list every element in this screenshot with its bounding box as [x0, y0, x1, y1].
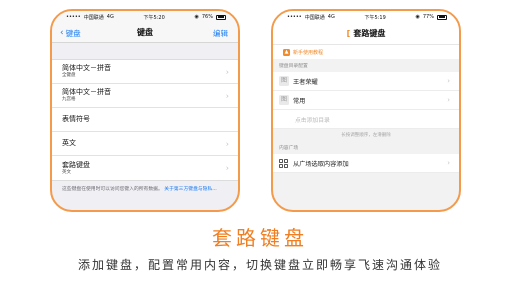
keyboard-title: 英文 — [62, 139, 76, 147]
alarm-icon: ◉ — [194, 14, 199, 20]
keyboard-subtitle: 全键盘 — [62, 73, 76, 78]
add-directory-button[interactable]: 点击添加目录 — [273, 110, 459, 129]
edit-button[interactable]: 编辑 — [213, 23, 228, 43]
keyboard-subtitle: 英文 — [62, 169, 71, 175]
battery-percent: 76% — [201, 14, 213, 20]
network-label: 4G — [106, 14, 114, 20]
keyboard-row-taolu[interactable]: 套路键盘 英文 › — [52, 156, 238, 180]
tutorial-link[interactable]: ▲ 新手使用教程 — [273, 45, 459, 59]
promo-canvas: ••••• 中国联通 4G 下午5:20 ◉ 76% ‹ 键盘 键盘 编辑 简体… — [0, 0, 520, 293]
keyboard-row-pinyin-full[interactable]: 简体中文－拼音 全键盘 › — [52, 60, 238, 84]
chevron-right-icon: › — [447, 96, 450, 104]
navigation-bar: ‹ 键盘 键盘 编辑 — [52, 23, 238, 43]
plaza-list: 从广场选取内容添加 › — [273, 154, 459, 173]
status-bar: ••••• 中国联通 4G 下午5:19 ◉ 77% — [273, 11, 459, 23]
promo-headline: 套路键盘 — [212, 226, 308, 250]
footnote-text: 这些键盘在使用时可以访问您键入的所有数据。 — [62, 187, 163, 192]
status-bar: ••••• 中国联通 4G 下午5:20 ◉ 76% — [52, 11, 238, 23]
reorder-hint: 长按调整顺序，左滑删除 — [273, 129, 459, 141]
keyboard-title: 表情符号 — [62, 115, 90, 123]
keyboard-row-emoji[interactable]: 表情符号 — [52, 108, 238, 132]
back-button[interactable]: ‹ 键盘 — [60, 23, 81, 43]
plaza-item-label: 从广场选取内容添加 — [293, 160, 349, 168]
status-time: 下午5:20 — [143, 14, 165, 21]
battery-percent: 77% — [422, 14, 434, 20]
chevron-right-icon: › — [225, 91, 229, 100]
keyboard-list: 简体中文－拼音 全键盘 › 简体中文－拼音 九宫格 › 表情符号 英文 › 套路… — [52, 59, 238, 181]
promo-subline: 添加键盘，配置常用内容，切换键盘立即畅享飞速沟通体验 — [77, 258, 442, 272]
status-time: 下午5:19 — [364, 14, 386, 21]
keyboard-title: 套路键盘 — [62, 160, 90, 169]
battery-icon — [437, 14, 447, 20]
tutorial-label: 新手使用教程 — [293, 49, 324, 56]
battery-icon — [216, 14, 226, 20]
chevron-left-icon: ‹ — [60, 27, 64, 38]
image-icon: 图 — [279, 95, 289, 105]
phone-taolu-app: ••••• 中国联通 4G 下午5:19 ◉ 77% [ 套路键盘 ▲ 新手使用… — [271, 9, 461, 212]
keyboard-subtitle: 九宫格 — [62, 97, 76, 102]
privacy-footnote: 这些键盘在使用时可以访问您键入的所有数据。 关于第三方键盘与隐私... — [52, 181, 238, 193]
keyboard-row-english[interactable]: 英文 › — [52, 132, 238, 156]
image-icon: 图 — [279, 76, 289, 86]
keyboard-row-pinyin-9key[interactable]: 简体中文－拼音 九宫格 › — [52, 84, 238, 108]
chevron-right-icon: › — [447, 159, 450, 167]
directory-label: 常用 — [293, 97, 306, 105]
section-header-directories: 键盘目录配置 — [279, 64, 308, 69]
section-header-plaza: 内容广场 — [279, 146, 299, 151]
keyboard-title: 简体中文－拼音 — [62, 64, 111, 72]
page-title: 键盘 — [137, 28, 153, 37]
chevron-right-icon: › — [447, 77, 450, 85]
chevron-right-icon: › — [225, 67, 229, 76]
network-label: 4G — [327, 14, 335, 20]
directory-label: 王者荣耀 — [293, 78, 318, 86]
directory-item[interactable]: 图 常用 › — [273, 91, 459, 110]
signal-icon: ••••• — [66, 14, 81, 20]
carrier-label: 中国联通 — [304, 14, 325, 21]
keyboard-title: 简体中文－拼音 — [62, 88, 111, 96]
chevron-right-icon: › — [225, 139, 229, 148]
plaza-add-item[interactable]: 从广场选取内容添加 › — [273, 154, 459, 173]
grid-icon — [279, 158, 288, 168]
directory-item[interactable]: 图 王者荣耀 › — [273, 72, 459, 91]
tutorial-icon: ▲ — [283, 48, 290, 56]
page-title: 套路键盘 — [353, 29, 386, 38]
directory-list: 图 王者荣耀 › 图 常用 › 点击添加目录 — [273, 72, 459, 129]
privacy-link[interactable]: 关于第三方键盘与隐私... — [164, 187, 217, 192]
signal-icon: ••••• — [287, 14, 302, 20]
back-label: 键盘 — [65, 28, 81, 38]
phone-keyboard-settings: ••••• 中国联通 4G 下午5:20 ◉ 76% ‹ 键盘 键盘 编辑 简体… — [50, 9, 240, 212]
alarm-icon: ◉ — [415, 14, 420, 20]
app-logo-icon: [ — [346, 29, 351, 38]
navigation-bar: [ 套路键盘 — [273, 23, 459, 45]
chevron-right-icon: › — [225, 163, 229, 173]
carrier-label: 中国联通 — [83, 14, 104, 21]
